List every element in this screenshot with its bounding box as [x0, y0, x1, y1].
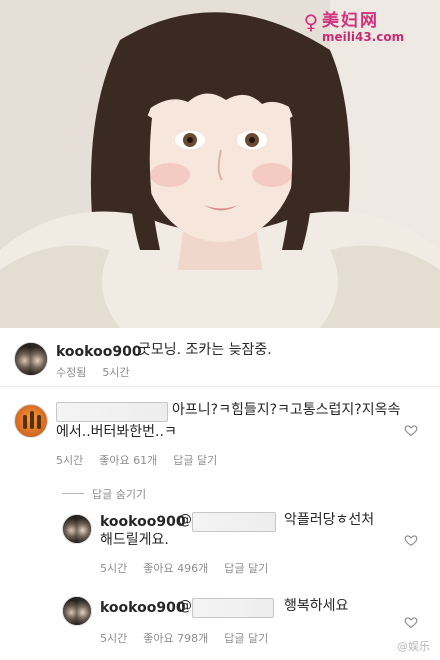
reply-mention-redacted: [192, 598, 274, 618]
reply-reply-button[interactable]: 답글 달기: [224, 632, 268, 645]
comment-time: 5시간: [56, 454, 84, 467]
reply-text-line1: 악플러당ㅎ선처: [284, 512, 375, 528]
post-photo: ♀ 美妇网 meili43.com: [0, 0, 440, 328]
comment-meta: 5시간 좋아요 61개 답글 달기: [56, 452, 233, 468]
commenter-avatar[interactable]: [14, 404, 48, 438]
heart-icon[interactable]: [404, 532, 418, 546]
caption-meta: 수정됨 5시간: [56, 364, 146, 380]
reply-reply-button[interactable]: 답글 달기: [224, 562, 268, 575]
reply-avatar[interactable]: [62, 596, 92, 626]
caption-username[interactable]: kookoo900: [56, 344, 142, 360]
caption-time: 5시간: [102, 366, 130, 379]
commenter-username-redacted: [56, 402, 168, 422]
heart-icon[interactable]: [404, 614, 418, 628]
reply-avatar[interactable]: [62, 514, 92, 544]
selfie-illustration: [0, 0, 440, 328]
reply-likes[interactable]: 좋아요 798개: [143, 632, 208, 645]
comment-text-line1: 아프니?ㅋ힘들지?ㅋ고통스럽지?지옥속: [172, 402, 401, 418]
reply-time: 5시간: [100, 562, 128, 575]
comment-text-line2: 에서..버터봐한번..ㅋ: [56, 424, 177, 440]
caption-edited: 수정됨: [56, 366, 87, 379]
reply-mention-redacted: [192, 512, 276, 532]
comments-panel: kookoo900 굿모닝. 조카는 늦잠중. 수정됨 5시간 아프니?ㅋ힘들지?…: [0, 328, 440, 660]
caption-text: 굿모닝. 조카는 늦잠중.: [138, 342, 272, 358]
reply-text-line2: 해드릴게요.: [100, 532, 169, 548]
hide-replies-button[interactable]: 답글 숨기기: [92, 486, 146, 502]
divider: [0, 386, 440, 387]
footer-watermark: @娱乐: [397, 640, 430, 653]
reply-text-line1: 행복하세요: [284, 598, 349, 614]
watermark-url: meili43.com: [322, 30, 405, 44]
reply-time: 5시간: [100, 632, 128, 645]
woman-silhouette-icon: ♀: [303, 10, 319, 34]
reply-meta: 5시간 좋아요 798개 답글 달기: [100, 630, 284, 646]
caption-avatar[interactable]: [14, 342, 48, 376]
heart-icon[interactable]: [404, 422, 418, 436]
reply-username[interactable]: kookoo900: [100, 514, 186, 530]
reply-username[interactable]: kookoo900: [100, 600, 186, 616]
reply-mention[interactable]: @: [178, 510, 192, 531]
comment-reply-button[interactable]: 답글 달기: [173, 454, 217, 467]
hide-replies-line: [62, 493, 84, 494]
reply-mention[interactable]: @: [178, 596, 192, 617]
reply-likes[interactable]: 좋아요 496개: [143, 562, 208, 575]
reply-meta: 5시간 좋아요 496개 답글 달기: [100, 560, 284, 576]
comment-likes[interactable]: 좋아요 61개: [99, 454, 157, 467]
watermark-site-name: 美妇网: [322, 11, 379, 31]
